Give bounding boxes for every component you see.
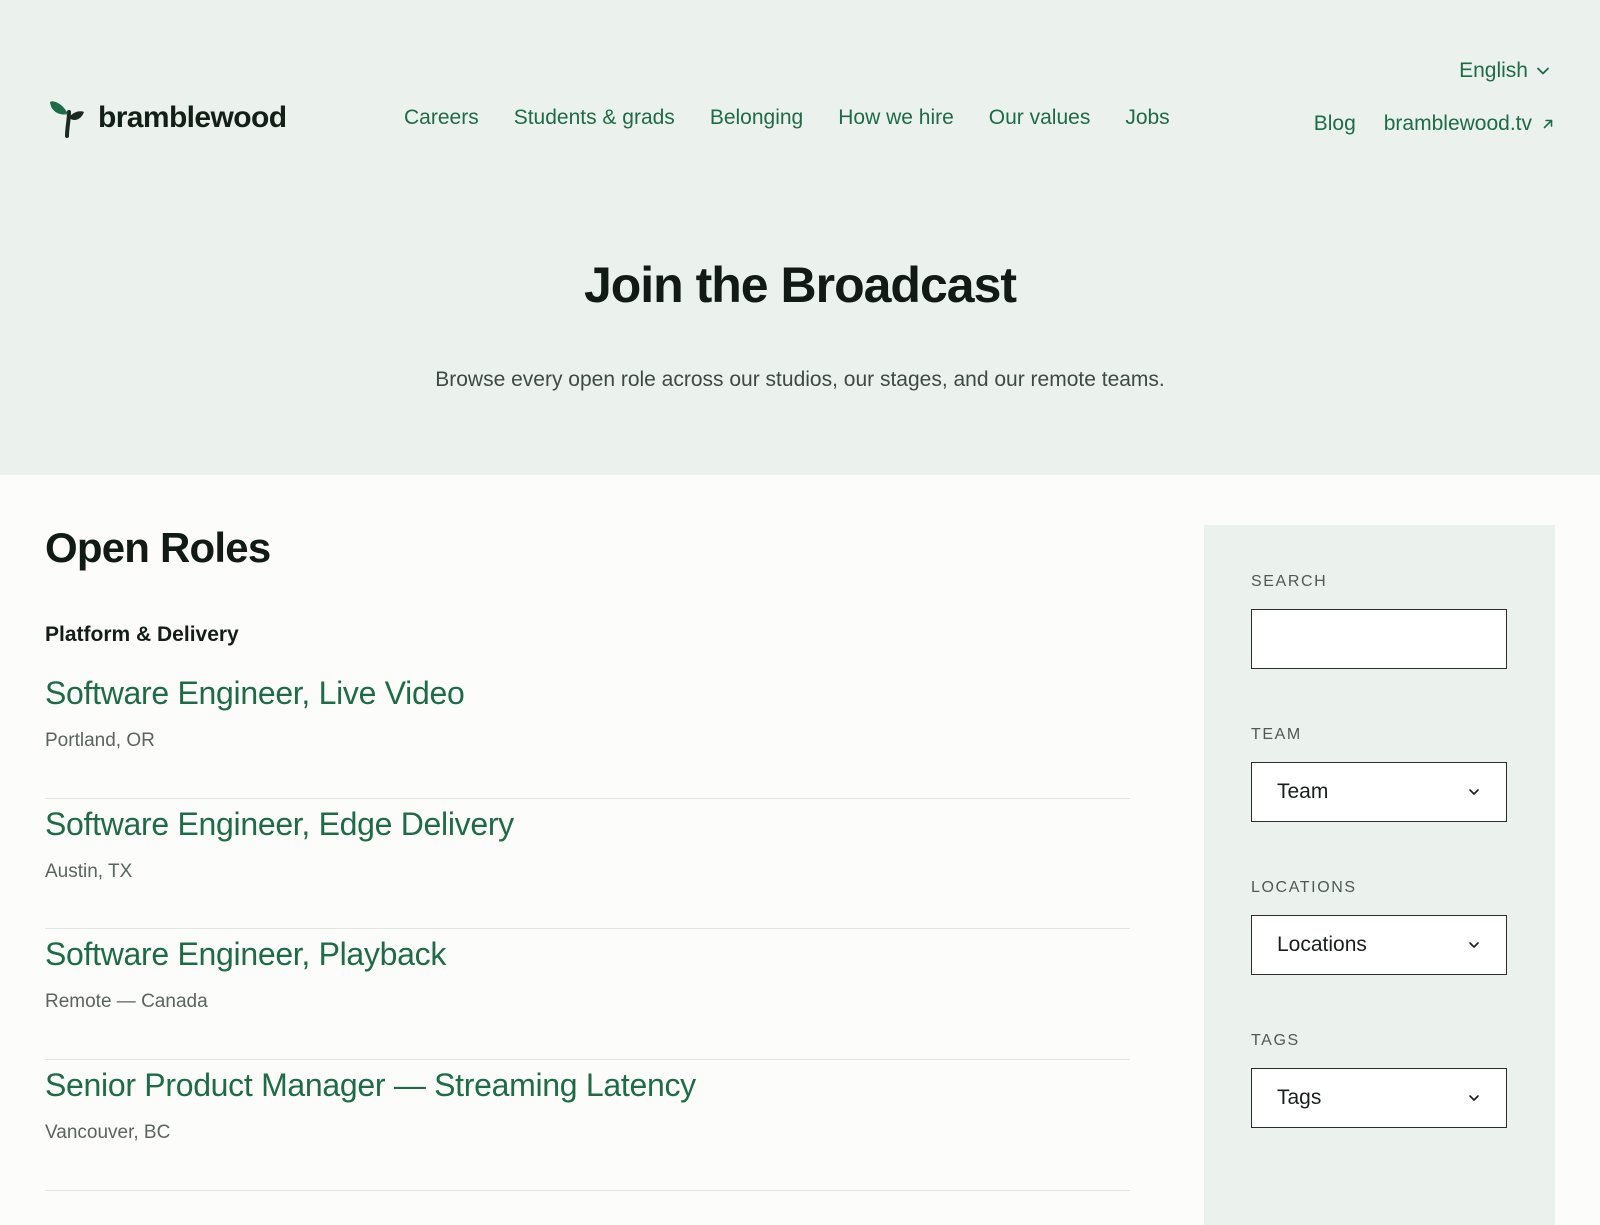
search-input[interactable] [1252, 610, 1506, 668]
search-field [1251, 609, 1507, 669]
role-item: Senior Product Manager — Streaming Laten… [45, 1060, 1130, 1191]
role-title-link[interactable]: Software Engineer, Playback [45, 936, 446, 973]
team-group-heading: Platform & Delivery [45, 623, 239, 646]
role-title-link[interactable]: Software Engineer, Edge Delivery [45, 806, 514, 843]
tags-filter-label: TAGS [1251, 1032, 1300, 1049]
external-site-label: bramblewood.tv [1383, 112, 1532, 135]
blog-link[interactable]: Blog [1314, 110, 1356, 138]
language-label: English [1459, 59, 1528, 82]
site-header: bramblewood Careers Students & grads Bel… [0, 0, 1600, 475]
nav-our-values[interactable]: Our values [989, 104, 1091, 132]
nav-careers[interactable]: Careers [404, 104, 479, 132]
chevron-down-icon [1469, 1095, 1479, 1101]
language-selector[interactable]: English [1459, 57, 1550, 85]
chevron-down-icon [1537, 67, 1549, 75]
page-title: Join the Broadcast [583, 257, 1017, 313]
main-nav: Careers Students & grads Belonging How w… [404, 104, 1170, 132]
page-subtitle: Browse every open role across our studio… [435, 368, 1165, 391]
external-link-icon [1543, 119, 1553, 129]
brand-logo[interactable]: bramblewood [48, 98, 287, 138]
role-title-link[interactable]: Senior Product Manager — Streaming Laten… [45, 1067, 696, 1104]
roles-list: Software Engineer, Live Video Portland, … [45, 668, 1130, 1191]
tags-select[interactable]: Tags [1251, 1068, 1507, 1128]
nav-students-grads[interactable]: Students & grads [514, 104, 675, 132]
locations-select-value: Locations [1277, 933, 1367, 956]
team-select-value: Team [1277, 780, 1329, 803]
sprout-icon [50, 101, 84, 138]
role-item: Software Engineer, Playback Remote — Can… [45, 929, 1130, 1060]
open-roles-heading: Open Roles [45, 524, 271, 571]
team-filter-label: TEAM [1251, 726, 1302, 743]
role-location: Austin, TX [45, 861, 133, 882]
brand-name: bramblewood [98, 101, 287, 134]
utility-links: Blog bramblewood.tv [1314, 110, 1554, 138]
role-location: Portland, OR [45, 730, 155, 751]
locations-filter-label: LOCATIONS [1251, 879, 1357, 896]
nav-belonging[interactable]: Belonging [710, 104, 803, 132]
role-item: Software Engineer, Live Video Portland, … [45, 668, 1130, 799]
nav-how-we-hire[interactable]: How we hire [838, 104, 954, 132]
role-item: Software Engineer, Edge Delivery Austin,… [45, 799, 1130, 929]
chevron-down-icon [1469, 942, 1479, 948]
nav-jobs[interactable]: Jobs [1125, 104, 1169, 132]
filter-panel: SEARCH TEAM Team LOCATIONS Locations TAG… [1204, 525, 1555, 1225]
role-title-link[interactable]: Software Engineer, Live Video [45, 675, 465, 712]
search-label: SEARCH [1251, 573, 1328, 590]
chevron-down-icon [1469, 789, 1479, 795]
tags-select-value: Tags [1277, 1086, 1322, 1109]
external-site-link[interactable]: bramblewood.tv [1384, 110, 1554, 138]
role-location: Remote — Canada [45, 991, 208, 1012]
role-location: Vancouver, BC [45, 1122, 171, 1143]
team-select[interactable]: Team [1251, 762, 1507, 822]
locations-select[interactable]: Locations [1251, 915, 1507, 975]
